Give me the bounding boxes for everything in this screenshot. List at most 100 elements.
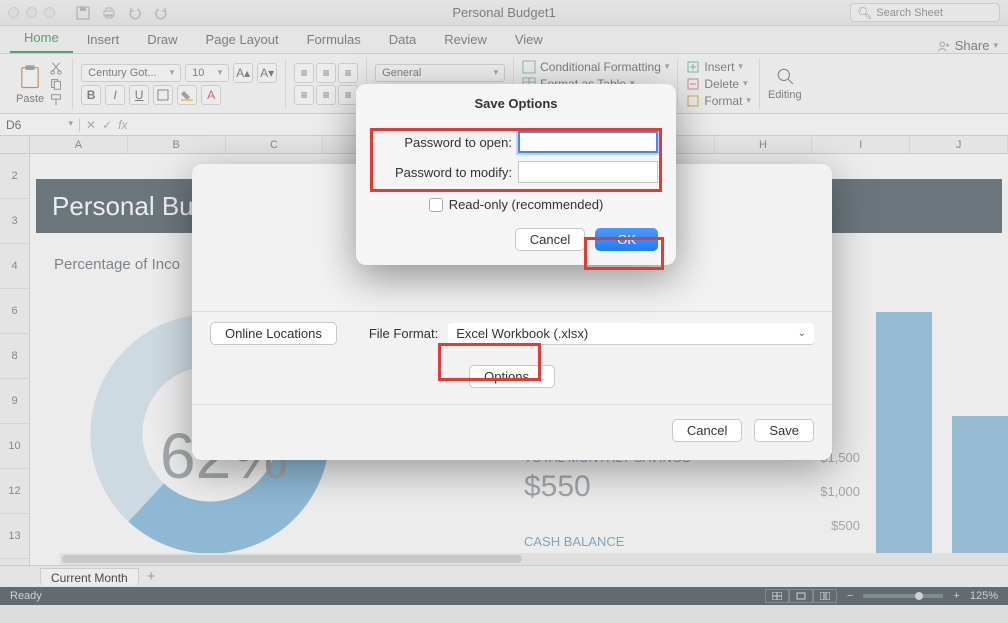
col-header[interactable]: A [30,136,128,153]
copy-icon[interactable] [48,77,64,91]
paste-icon[interactable] [16,63,44,91]
col-header[interactable]: I [812,136,910,153]
tab-home[interactable]: Home [10,24,73,53]
cond-format-label: Conditional Formatting [540,60,661,74]
align-middle-button[interactable]: ≡ [316,63,336,83]
tab-review[interactable]: Review [430,26,501,53]
zoom-out-button[interactable]: − [847,590,853,602]
tab-insert[interactable]: Insert [73,26,134,53]
file-format-label: File Format: [369,326,438,341]
font-size-combo[interactable]: 10▾ [185,64,229,82]
namebox-value: D6 [6,118,21,132]
scrollbar-thumb[interactable] [62,555,522,563]
row-header[interactable]: 3 [0,199,29,244]
zoom-in-button[interactable]: + [953,590,959,602]
col-header[interactable]: H [715,136,813,153]
conditional-formatting-button[interactable]: Conditional Formatting▾ [522,60,669,74]
options-button[interactable]: Options... [469,365,555,388]
add-sheet-button[interactable]: + [147,568,156,585]
status-bar: Ready − + 125% [0,587,1008,605]
row-headers: 2 3 4 6 8 9 10 12 13 [0,154,30,565]
close-window-icon[interactable] [8,7,19,18]
undo-icon[interactable] [127,5,143,21]
row-header[interactable]: 2 [0,154,29,199]
cancel-button[interactable]: Cancel [672,419,742,442]
italic-button[interactable]: I [105,85,125,105]
col-header[interactable]: B [128,136,226,153]
minimize-window-icon[interactable] [26,7,37,18]
editing-group[interactable]: Editing [760,58,810,109]
row-header[interactable]: 13 [0,514,29,559]
readonly-checkbox[interactable] [429,198,443,212]
row-header[interactable]: 8 [0,334,29,379]
cancel-button[interactable]: Cancel [515,228,585,251]
format-cells-button[interactable]: Format▾ [686,94,751,108]
bold-button[interactable]: B [81,85,101,105]
align-left-button[interactable]: ≡ [294,85,314,105]
border-button[interactable] [153,85,173,105]
cells-group: Insert▾ Delete▾ Format▾ [678,58,760,109]
grow-font-button[interactable]: A▴ [233,63,253,83]
zoom-thumb[interactable] [915,592,923,600]
select-all-corner[interactable] [0,136,30,153]
zoom-level[interactable]: 125% [970,590,998,602]
search-sheet-box[interactable]: 🔍︎ [850,3,1000,22]
view-page-break-button[interactable] [813,589,837,603]
row-header[interactable]: 12 [0,469,29,514]
shrink-font-button[interactable]: A▾ [257,63,277,83]
section-label: Percentage of Inco [54,256,180,273]
col-header[interactable]: J [910,136,1008,153]
share-button[interactable]: Share ▾ [937,38,998,53]
align-center-button[interactable]: ≡ [316,85,336,105]
font-name-combo[interactable]: Century Got...▾ [81,64,181,82]
view-page-layout-button[interactable] [789,589,813,603]
ok-button[interactable]: OK [595,228,658,251]
redo-icon[interactable] [153,5,169,21]
cut-icon[interactable] [48,61,64,75]
online-locations-button[interactable]: Online Locations [210,322,337,345]
print-icon[interactable] [101,5,117,21]
align-top-button[interactable]: ≡ [294,63,314,83]
row-header[interactable]: 4 [0,244,29,289]
zoom-window-icon[interactable] [44,7,55,18]
tab-draw[interactable]: Draw [133,26,191,53]
save-button[interactable]: Save [754,419,814,442]
paste-label: Paste [16,93,44,105]
delete-icon [686,77,700,91]
bar-2 [952,416,1008,564]
password-open-input[interactable] [518,131,658,153]
fill-color-button[interactable] [177,85,197,105]
save-icon[interactable] [75,5,91,21]
format-painter-icon[interactable] [48,93,64,107]
delete-cells-button[interactable]: Delete▾ [686,77,747,91]
insert-cells-button[interactable]: Insert▾ [686,60,743,74]
file-format-select[interactable]: Excel Workbook (.xlsx) ⌄ [448,323,814,345]
zoom-slider[interactable] [863,594,943,598]
fx-icon[interactable]: fx [118,118,127,132]
axis-label: $1,000 [810,484,860,499]
tab-formulas[interactable]: Formulas [293,26,375,53]
document-title: Personal Budget1 [452,5,555,20]
row-header[interactable]: 6 [0,289,29,334]
tab-view[interactable]: View [501,26,557,53]
titlebar: Personal Budget1 🔍︎ [0,0,1008,26]
sheet-tabs: Current Month + [0,565,1008,587]
underline-button[interactable]: U [129,85,149,105]
cancel-formula-icon[interactable]: ✕ [86,118,96,132]
name-box[interactable]: D6▾ [0,118,80,132]
col-header[interactable]: C [226,136,324,153]
row-header[interactable]: 10 [0,424,29,469]
password-modify-input[interactable] [518,161,658,183]
view-normal-button[interactable] [765,589,789,603]
tab-page-layout[interactable]: Page Layout [192,26,293,53]
readonly-label: Read-only (recommended) [449,197,604,212]
number-format-combo[interactable]: General▾ [375,64,505,82]
font-color-button[interactable]: A [201,85,221,105]
row-header[interactable]: 9 [0,379,29,424]
tab-data[interactable]: Data [375,26,430,53]
horizontal-scrollbar[interactable] [60,553,1008,565]
sheet-tab-current-month[interactable]: Current Month [40,568,139,585]
align-bottom-button[interactable]: ≡ [338,63,358,83]
accept-formula-icon[interactable]: ✓ [102,118,112,132]
search-input[interactable] [876,7,993,19]
